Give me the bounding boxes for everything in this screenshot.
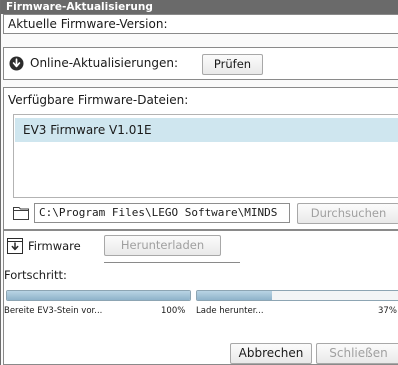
online-updates-section: Online-Aktualisierungen: Prüfen — [3, 47, 398, 80]
firmware-file-list[interactable]: EV3 Firmware V1.01E — [13, 114, 398, 198]
prepare-progress-bar — [6, 290, 191, 301]
current-version-label: Aktuelle Firmware-Version: — [8, 17, 168, 31]
download-button[interactable]: Herunterladen — [104, 235, 221, 256]
download-progress-caption: Lade herunter... — [196, 306, 264, 316]
firmware-tab-label[interactable]: Firmware — [28, 239, 81, 253]
firmware-path-input[interactable]: C:\Program Files\LEGO Software\MINDS — [34, 203, 290, 223]
cancel-button[interactable]: Abbrechen — [230, 343, 312, 364]
download-section: Firmware Herunterladen Fortschritt: Bere… — [3, 230, 398, 365]
prepare-progress-caption: Bereite EV3-Stein vor... — [4, 306, 103, 316]
download-progress-percent: 37% — [378, 306, 397, 316]
tab-underline — [104, 262, 240, 263]
download-progress-fill — [197, 291, 273, 300]
firmware-icon — [7, 238, 23, 258]
firmware-update-window: Firmware-Aktualisierung Aktuelle Firmwar… — [0, 0, 398, 365]
close-button[interactable]: Schließen — [316, 343, 398, 364]
window-title: Firmware-Aktualisierung — [1, 0, 398, 14]
download-progress-bar — [196, 290, 398, 301]
check-button[interactable]: Prüfen — [202, 54, 263, 75]
download-arrow-icon — [9, 56, 24, 75]
browse-button[interactable]: Durchsuchen — [297, 203, 398, 224]
progress-label: Fortschritt: — [4, 268, 67, 282]
available-files-label: Verfügbare Firmware-Dateien: — [8, 93, 189, 107]
prepare-progress-percent: 100% — [161, 306, 186, 316]
prepare-progress-fill — [7, 291, 190, 300]
current-version-section: Aktuelle Firmware-Version: — [3, 14, 398, 34]
firmware-file-item[interactable]: EV3 Firmware V1.01E — [15, 118, 398, 142]
folder-icon[interactable] — [13, 205, 29, 224]
online-updates-label: Online-Aktualisierungen: — [30, 56, 179, 70]
